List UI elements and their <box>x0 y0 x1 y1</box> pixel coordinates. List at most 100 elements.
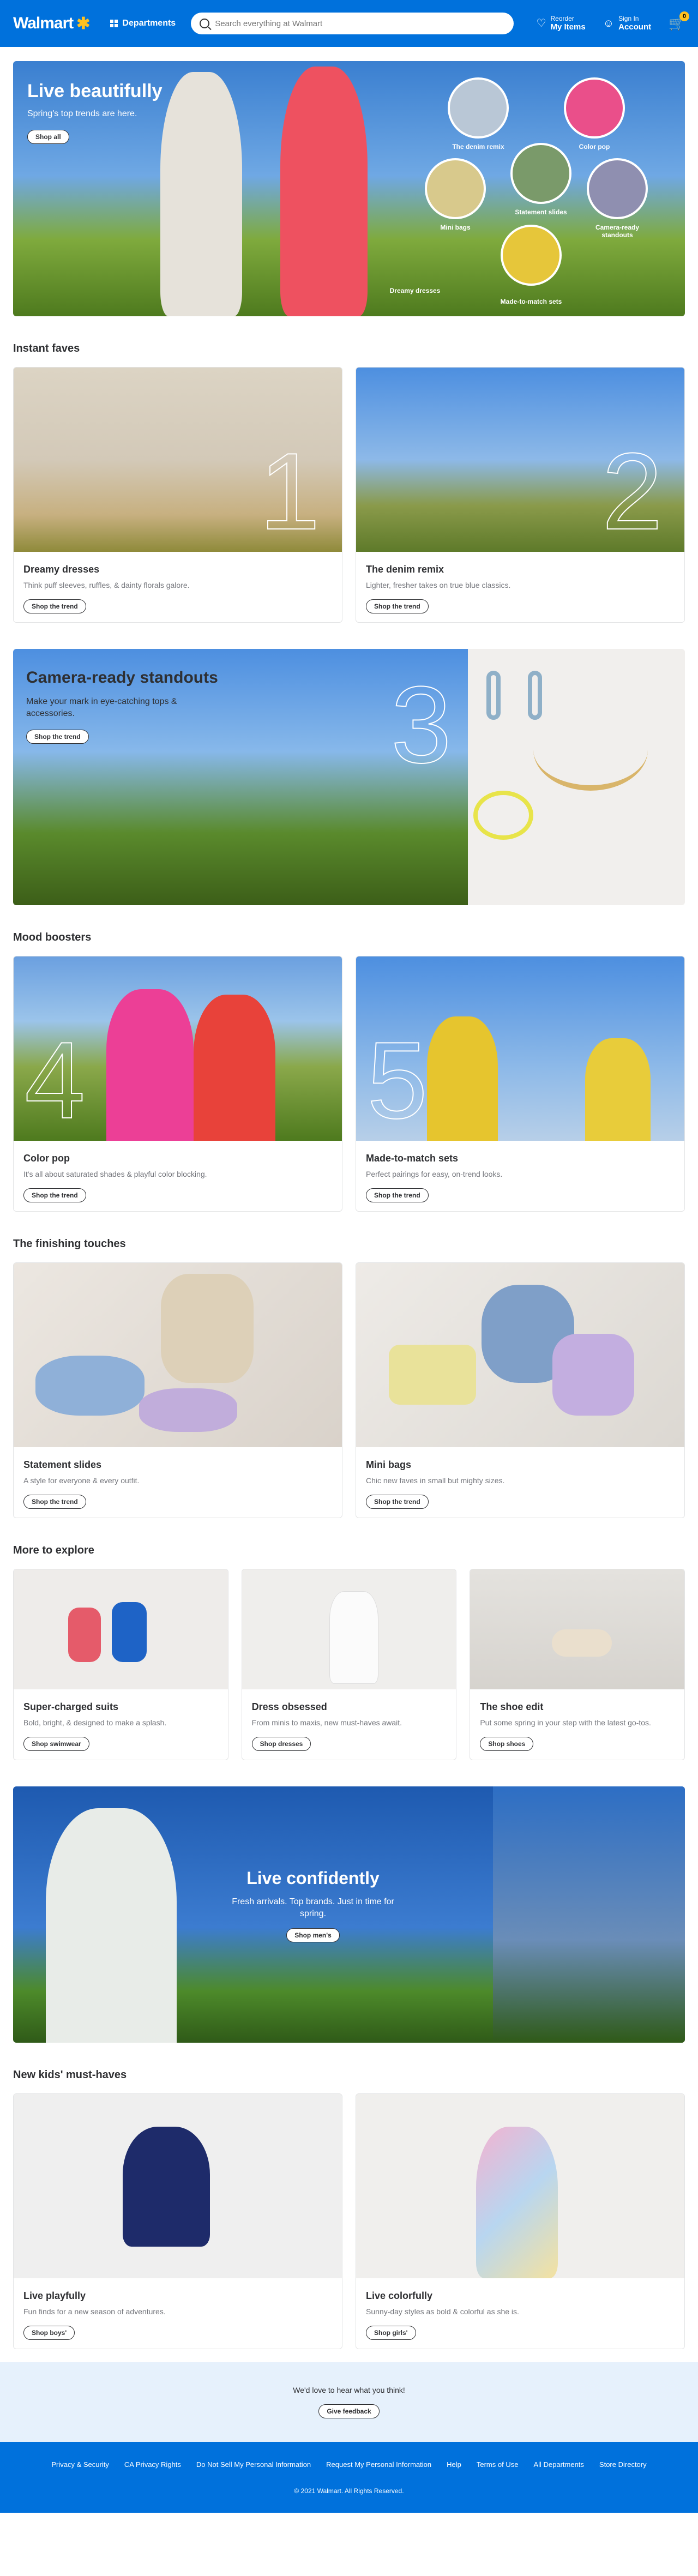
heart-icon: ♡ <box>536 17 546 29</box>
circle-statement-slides[interactable] <box>510 143 571 204</box>
statement-slides-image <box>14 1263 342 1447</box>
girl-model <box>476 2127 558 2278</box>
card-title: Live colorfully <box>366 2290 433 2301</box>
model-yellow <box>427 1016 498 1141</box>
men-model-image <box>46 1808 177 2043</box>
footer-link[interactable]: Terms of Use <box>477 2460 519 2469</box>
card-title: Super-charged suits <box>23 1701 119 1712</box>
color-pop-image: 4 <box>14 956 342 1141</box>
hero-banner: Live beautifully Spring's top trends are… <box>13 61 685 316</box>
footer-link[interactable]: CA Privacy Rights <box>124 2460 181 2469</box>
card-description: A style for everyone & every outfit. <box>23 1476 140 1485</box>
shop-the-trend-button[interactable]: Shop the trend <box>366 1495 429 1509</box>
boys-image <box>14 2094 342 2278</box>
men-model-image-2 <box>493 1786 685 2043</box>
slide-lilac <box>139 1388 237 1432</box>
circle-label: Color pop <box>579 143 610 151</box>
cart-button[interactable]: 🛒 0 <box>669 11 689 32</box>
logo-text: Walmart <box>13 14 74 32</box>
shop-dresses-button[interactable]: Shop dresses <box>251 1737 311 1751</box>
footer-link[interactable]: Do Not Sell My Personal Information <box>196 2460 311 2469</box>
shop-swimwear-button[interactable]: Shop swimwear <box>23 1737 89 1751</box>
card-shoes: The shoe edit Put some spring in your st… <box>470 1569 685 1760</box>
search-bar <box>191 13 514 34</box>
search-input[interactable] <box>215 19 505 28</box>
reorder-top: Reorder <box>550 14 574 22</box>
card-title: Made-to-match sets <box>366 1153 459 1164</box>
card-description: Think puff sleeves, ruffles, & dainty fl… <box>23 581 190 589</box>
bag-lilac <box>552 1334 634 1416</box>
circle-color-pop[interactable] <box>564 77 625 139</box>
slide-beige <box>161 1274 254 1383</box>
jewelry-image <box>468 649 685 905</box>
card-description: From minis to maxis, new must-haves awai… <box>251 1718 402 1727</box>
footer-link[interactable]: Privacy & Security <box>51 2460 109 2469</box>
signin-top: Sign In <box>618 14 639 22</box>
card-title: The denim remix <box>366 564 444 575</box>
reorder-button[interactable]: ♡ Reorder My Items <box>537 15 586 32</box>
trend-number: 2 <box>601 431 663 552</box>
reorder-bottom: My Items <box>550 22 586 32</box>
banner-title: Live confidently <box>246 1868 380 1888</box>
footer-link[interactable]: Request My Personal Information <box>326 2460 431 2469</box>
circle-mini-bags[interactable] <box>425 158 486 219</box>
hero-model-image <box>280 67 368 316</box>
spark-icon: ✱ <box>76 14 90 33</box>
shop-boys-button[interactable]: Shop boys' <box>23 2326 75 2340</box>
card-description: Perfect pairings for easy, on-trend look… <box>366 1170 503 1178</box>
circle-label: Mini bags <box>440 224 471 231</box>
site-footer: Privacy & Security CA Privacy Rights Do … <box>0 2442 698 2513</box>
footer-link[interactable]: Help <box>447 2460 461 2469</box>
walmart-logo[interactable]: Walmart ✱ <box>13 14 90 33</box>
girls-image <box>356 2094 684 2278</box>
departments-button[interactable]: Departments <box>110 19 176 28</box>
card-description: Put some spring in your step with the la… <box>480 1718 651 1727</box>
shop-the-trend-button[interactable]: Shop the trend <box>23 1188 86 1202</box>
card-statement-slides: Statement slides A style for everyone & … <box>13 1262 342 1518</box>
card-swimwear: Super-charged suits Bold, bright, & desi… <box>13 1569 228 1760</box>
section-title-finishing-touches: The finishing touches <box>13 1238 126 1250</box>
signin-bottom: Account <box>618 22 652 32</box>
circle-made-to-match[interactable] <box>501 225 562 286</box>
shop-mens-button[interactable]: Shop men's <box>286 1928 340 1942</box>
shop-the-trend-button[interactable]: Shop the trend <box>23 1495 86 1509</box>
camera-ready-image: Camera-ready standouts Make your mark in… <box>13 649 468 905</box>
card-girls: Live colorfully Sunny-day styles as bold… <box>356 2093 685 2349</box>
circle-camera-ready[interactable] <box>587 158 648 219</box>
made-to-match-image: 5 <box>356 956 684 1141</box>
section-title-kids: New kids' must-haves <box>13 2069 127 2081</box>
copyright: © 2021 Walmart. All Rights Reserved. <box>294 2487 404 2495</box>
hero-title: Live beautifully <box>27 81 163 101</box>
banner-description: Make your mark in eye-catching tops & ac… <box>26 697 177 719</box>
denim-remix-image: 2 <box>356 368 684 552</box>
card-description: Lighter, fresher takes on true blue clas… <box>366 581 511 589</box>
earring-left <box>486 671 501 720</box>
card-title: Mini bags <box>366 1459 412 1470</box>
shoes-image <box>470 1569 684 1689</box>
account-button[interactable]: ☺ Sign In Account <box>603 15 651 32</box>
footer-link[interactable]: All Departments <box>533 2460 583 2469</box>
bag-yellow <box>389 1345 476 1405</box>
footer-link[interactable]: Store Directory <box>599 2460 647 2469</box>
circle-denim-remix[interactable] <box>448 77 509 139</box>
card-title: The shoe edit <box>480 1701 544 1712</box>
shop-girls-button[interactable]: Shop girls' <box>366 2326 416 2340</box>
trend-number: 4 <box>24 1020 86 1141</box>
card-made-to-match: 5 Made-to-match sets Perfect pairings fo… <box>356 956 685 1212</box>
card-title: Color pop <box>23 1153 70 1164</box>
shop-all-button[interactable]: Shop all <box>27 130 69 144</box>
banner-description: Fresh arrivals. Top brands. Just in time… <box>232 1897 394 1919</box>
circle-label: Dreamy dresses <box>389 287 441 294</box>
card-dresses: Dress obsessed From minis to maxis, new … <box>241 1569 457 1760</box>
shop-shoes-button[interactable]: Shop shoes <box>480 1737 534 1751</box>
shop-the-trend-button[interactable]: Shop the trend <box>366 599 429 613</box>
circle-label: Statement slides <box>515 208 567 216</box>
trend-number: 1 <box>259 431 321 552</box>
give-feedback-button[interactable]: Give feedback <box>318 2404 380 2418</box>
slide-blue <box>35 1356 145 1416</box>
swimsuit-red <box>68 1608 101 1662</box>
card-description: Fun finds for a new season of adventures… <box>23 2307 166 2316</box>
shop-the-trend-button[interactable]: Shop the trend <box>26 730 89 744</box>
shop-the-trend-button[interactable]: Shop the trend <box>23 599 86 613</box>
shop-the-trend-button[interactable]: Shop the trend <box>366 1188 429 1202</box>
